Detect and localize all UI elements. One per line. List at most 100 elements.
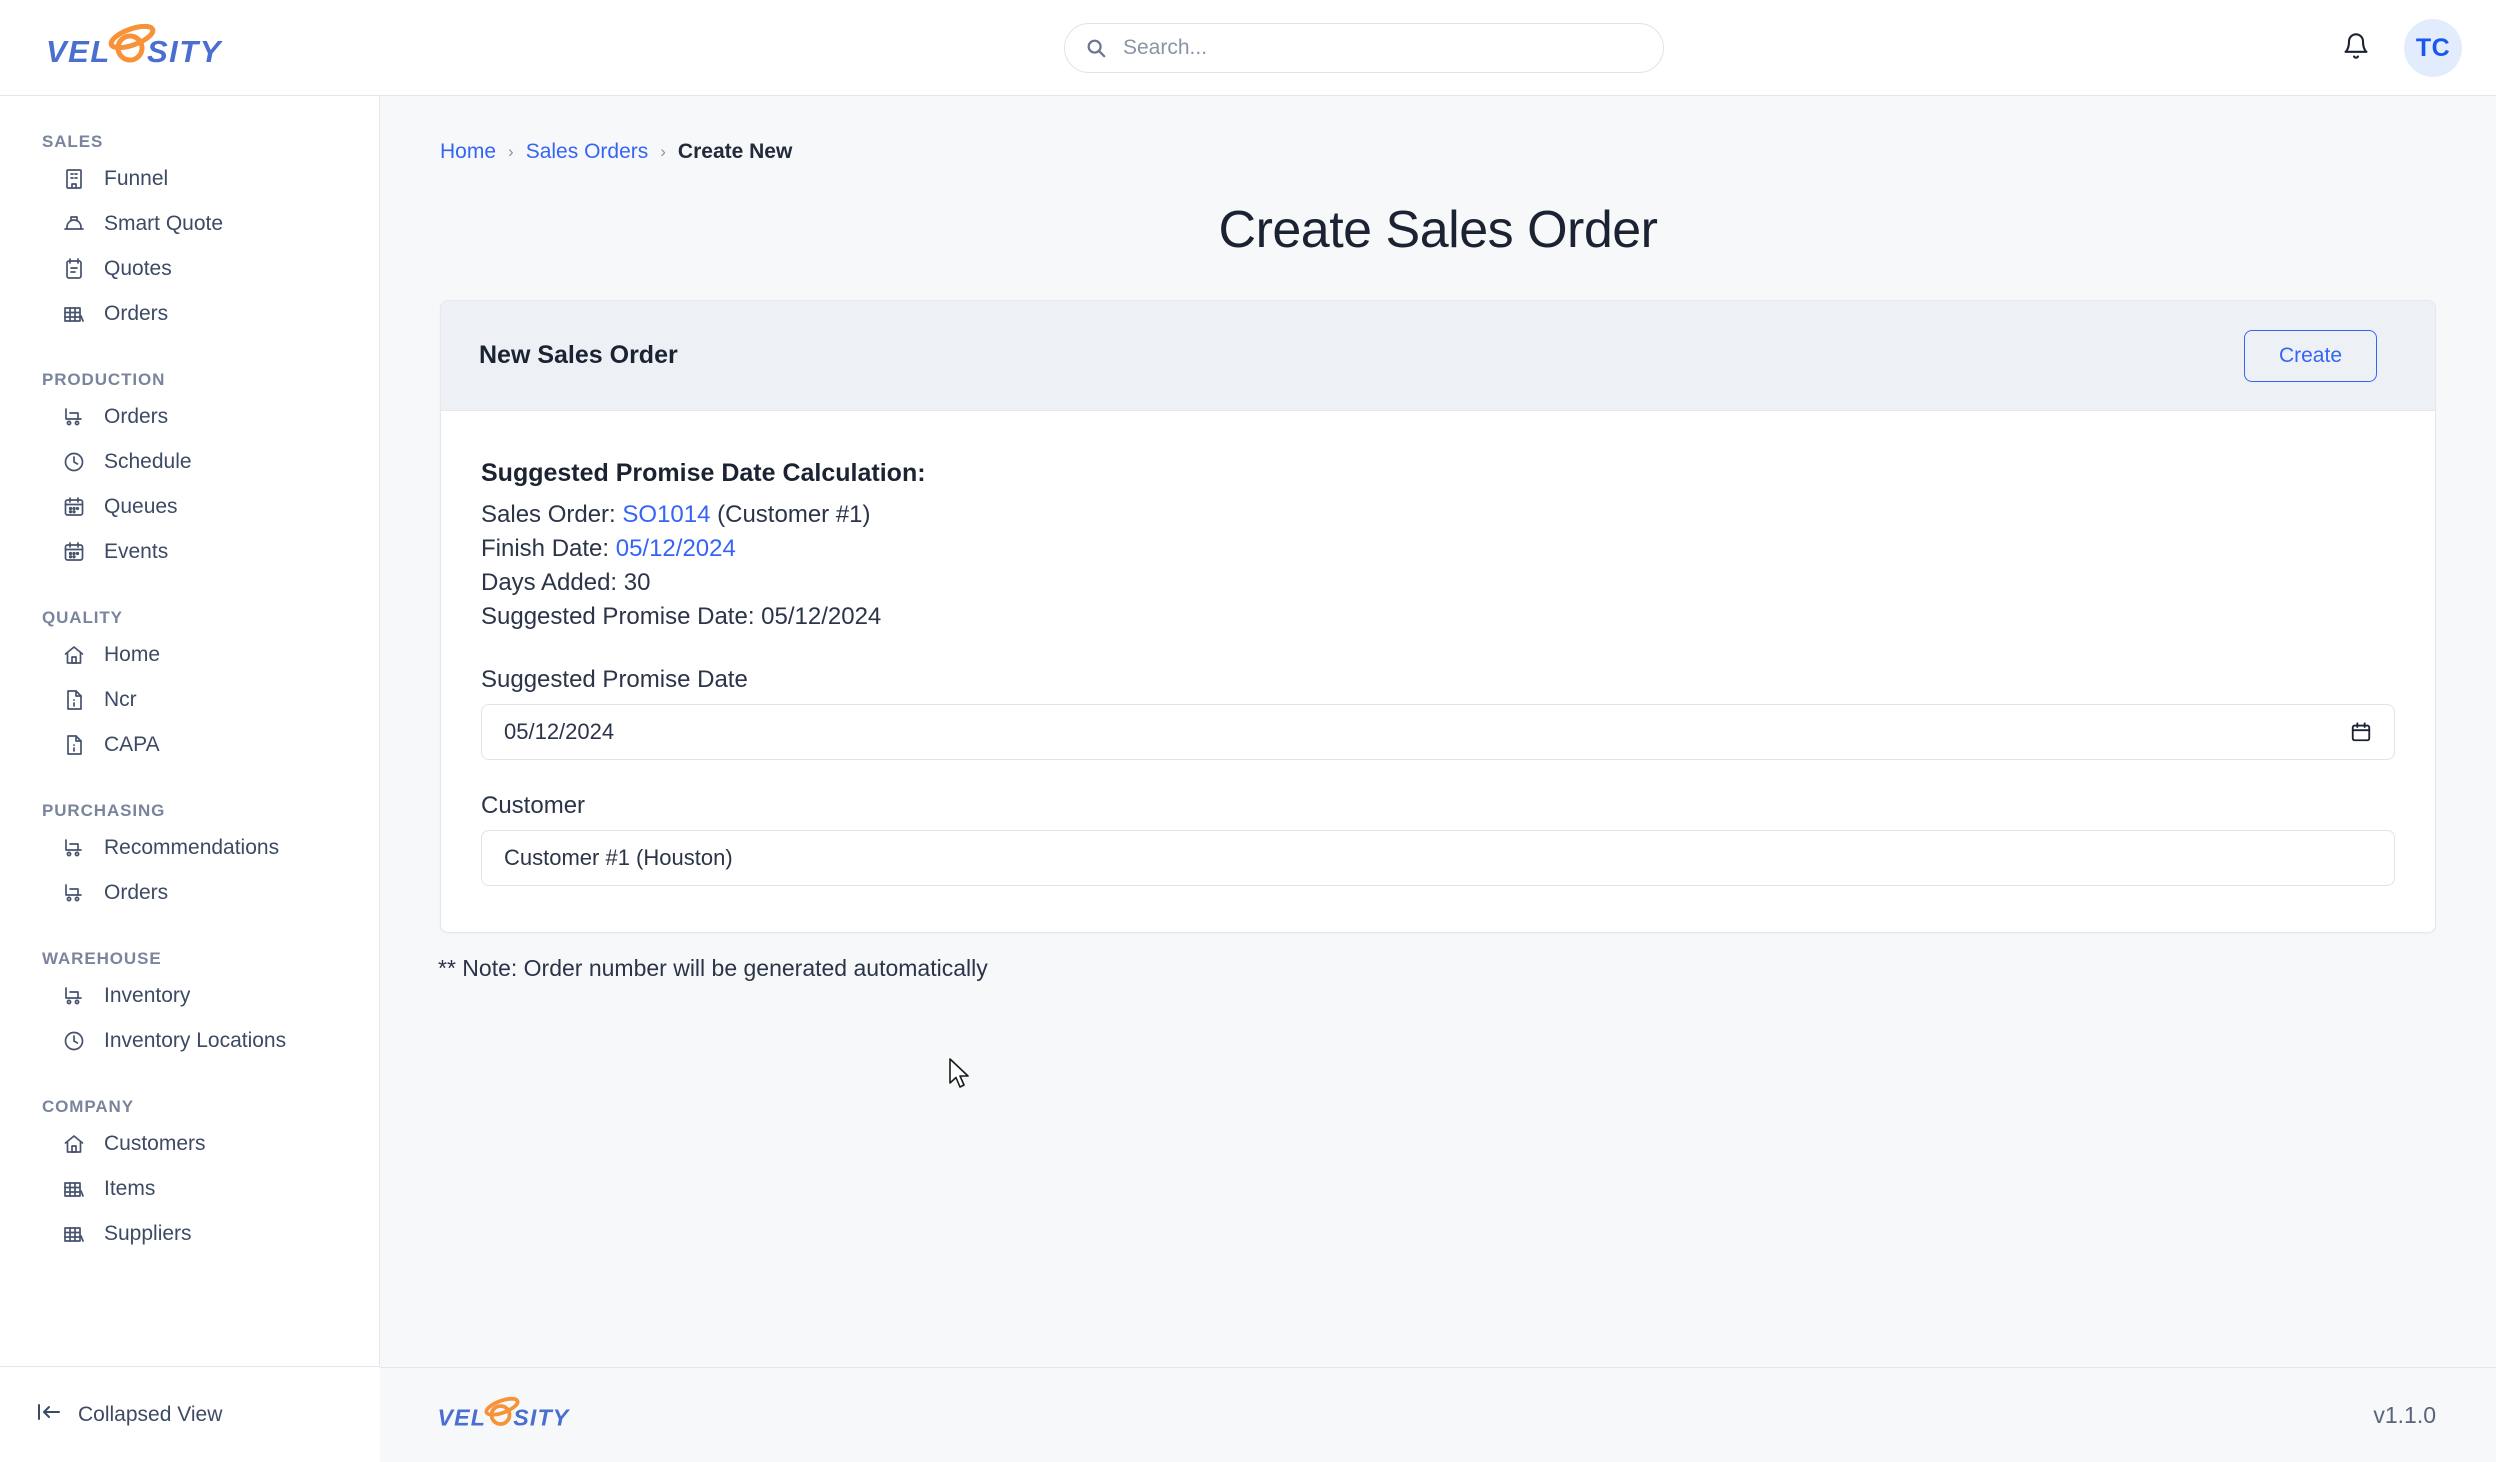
breadcrumb: Home › Sales Orders › Create New <box>380 96 2496 164</box>
sidebar-item-label: Queues <box>104 494 178 518</box>
sidebar-item-orders[interactable]: Orders <box>0 870 379 915</box>
breadcrumb-separator: › <box>508 142 514 161</box>
avatar[interactable]: TC <box>2404 19 2462 77</box>
footer-velosity-logo-icon: VEL SITY <box>436 1389 586 1441</box>
sidebar-section-title-company: COMPANY <box>42 1097 134 1116</box>
sidebar-item-capa[interactable]: CAPA <box>0 722 379 767</box>
sidebar-item-label: CAPA <box>104 732 160 756</box>
warehouse-icon <box>62 302 86 326</box>
breadcrumb-item-home[interactable]: Home <box>440 140 496 164</box>
collapse-view-button[interactable]: Collapsed View <box>0 1366 380 1462</box>
search-input[interactable] <box>1121 35 1643 61</box>
order-number-note: ** Note: Order number will be generated … <box>438 955 988 982</box>
sidebar-item-schedule[interactable]: Schedule <box>0 439 379 484</box>
calendar-icon[interactable] <box>2350 721 2372 743</box>
cart-icon <box>62 984 86 1008</box>
bell-icon <box>2342 32 2370 65</box>
sidebar-section-title-sales: SALES <box>42 132 104 151</box>
card-header: New Sales Order Create <box>441 301 2435 411</box>
app-version: v1.1.0 <box>2373 1401 2436 1428</box>
sidebar-section-title-production: PRODUCTION <box>42 370 166 389</box>
calendar-icon <box>62 495 86 519</box>
clock-icon <box>62 1029 86 1053</box>
sidebar-item-label: Orders <box>104 404 169 428</box>
sidebar-item-label: Inventory Locations <box>104 1028 287 1052</box>
calculation-heading: Suggested Promise Date Calculation: <box>481 459 926 487</box>
sidebar-item-label: Quotes <box>104 256 172 280</box>
field-customer: Customer Customer #1 (Houston) <box>481 792 2395 887</box>
sidebar-item-label: Suppliers <box>104 1221 192 1245</box>
warehouse-icon <box>62 1222 86 1246</box>
sidebar-item-label: Smart Quote <box>104 211 224 235</box>
customer-select[interactable]: Customer #1 (Houston) <box>481 830 2395 887</box>
clipboard-icon <box>62 257 86 281</box>
sidebar-sections: SALES Funnel Smart Quote Quotes Orders PRODUC… <box>0 96 379 1256</box>
sidebar-section-title-quality: QUALITY <box>42 608 123 627</box>
card-title: New Sales Order <box>479 341 678 369</box>
sidebar: SALES Funnel Smart Quote Quotes Orders PRODUC… <box>0 96 380 1367</box>
sidebar-item-label: Home <box>104 642 161 666</box>
main-content: Home › Sales Orders › Create New Create Sale… <box>380 96 2496 1367</box>
hardhat-icon <box>62 212 86 236</box>
svg-text:VEL: VEL <box>46 34 111 69</box>
global-search[interactable] <box>1064 23 1664 73</box>
calc-sales-order-label: Sales Order: <box>481 501 623 528</box>
customer-label: Customer <box>481 792 586 820</box>
calc-finish-date-label: Finish Date: <box>481 535 616 563</box>
sidebar-item-suppliers[interactable]: Suppliers <box>0 1211 379 1256</box>
calc-sales-order-value[interactable]: SO1014 <box>622 501 710 528</box>
cart-icon <box>62 881 86 905</box>
sidebar-item-queues[interactable]: Queues <box>0 484 379 529</box>
sidebar-item-funnel[interactable]: Funnel <box>0 156 379 201</box>
calc-line-sales-order: Sales Order: SO1014 (Customer #1) <box>481 498 2395 532</box>
sidebar-item-label: Customers <box>104 1131 206 1155</box>
sidebar-item-orders[interactable]: Orders <box>0 291 379 336</box>
file-icon <box>62 688 86 712</box>
sidebar-item-label: Orders <box>104 880 169 904</box>
card-body: Suggested Promise Date Calculation: Sale… <box>441 411 2435 932</box>
field-suggested-promise-date: Suggested Promise Date 05/12/2024 <box>481 666 2395 761</box>
sidebar-section-title-purchasing: PURCHASING <box>42 801 166 820</box>
sidebar-item-inventory-locations[interactable]: Inventory Locations <box>0 1018 379 1063</box>
topbar-actions: TC <box>2336 0 2462 96</box>
sidebar-item-label: Events <box>104 539 169 563</box>
sidebar-item-label: Inventory <box>104 983 191 1007</box>
create-button[interactable]: Create <box>2243 329 2377 382</box>
sidebar-item-label: Recommendations <box>104 835 280 859</box>
breadcrumb-item-create-new: Create New <box>677 140 793 163</box>
sidebar-item-items[interactable]: Items <box>0 1166 379 1211</box>
home-icon <box>62 1132 86 1156</box>
svg-text:VEL: VEL <box>438 1405 487 1431</box>
calc-line-suggested-promise-date: Suggested Promise Date: 05/12/2024 <box>481 603 882 631</box>
collapse-left-icon <box>36 1401 62 1428</box>
top-bar: VEL SITY TC <box>0 0 2496 96</box>
brand-logo[interactable]: VEL SITY <box>0 22 380 74</box>
sidebar-item-customers[interactable]: Customers <box>0 1121 379 1166</box>
svg-text:SITY: SITY <box>147 34 224 69</box>
sidebar-item-events[interactable]: Events <box>0 529 379 574</box>
file-icon <box>62 733 86 757</box>
sidebar-item-orders[interactable]: Orders <box>0 394 379 439</box>
search-box[interactable] <box>1064 23 1664 73</box>
search-icon <box>1085 37 1107 59</box>
new-sales-order-card: New Sales Order Create Suggested Promise… <box>440 300 2436 934</box>
suggested-promise-date-value: 05/12/2024 <box>504 719 615 745</box>
avatar-initials: TC <box>2415 33 2451 62</box>
sidebar-item-label: Items <box>104 1176 156 1200</box>
calc-line-days-added: Days Added: 30 <box>481 569 651 597</box>
sidebar-item-smart-quote[interactable]: Smart Quote <box>0 201 379 246</box>
sidebar-item-recommendations[interactable]: Recommendations <box>0 825 379 870</box>
sidebar-item-ncr[interactable]: Ncr <box>0 677 379 722</box>
page-title: Create Sales Order <box>1218 201 1658 259</box>
sidebar-item-quotes[interactable]: Quotes <box>0 246 379 291</box>
customer-value: Customer #1 (Houston) <box>504 845 733 871</box>
breadcrumb-separator: › <box>660 142 666 161</box>
sidebar-item-home[interactable]: Home <box>0 632 379 677</box>
breadcrumb-item-sales-orders[interactable]: Sales Orders <box>526 140 649 164</box>
sidebar-item-label: Ncr <box>104 687 137 711</box>
sidebar-item-label: Orders <box>104 301 169 325</box>
collapse-view-label: Collapsed View <box>78 1402 223 1426</box>
notifications-button[interactable] <box>2336 28 2376 68</box>
suggested-promise-date-input[interactable]: 05/12/2024 <box>481 704 2395 761</box>
sidebar-item-inventory[interactable]: Inventory <box>0 973 379 1018</box>
